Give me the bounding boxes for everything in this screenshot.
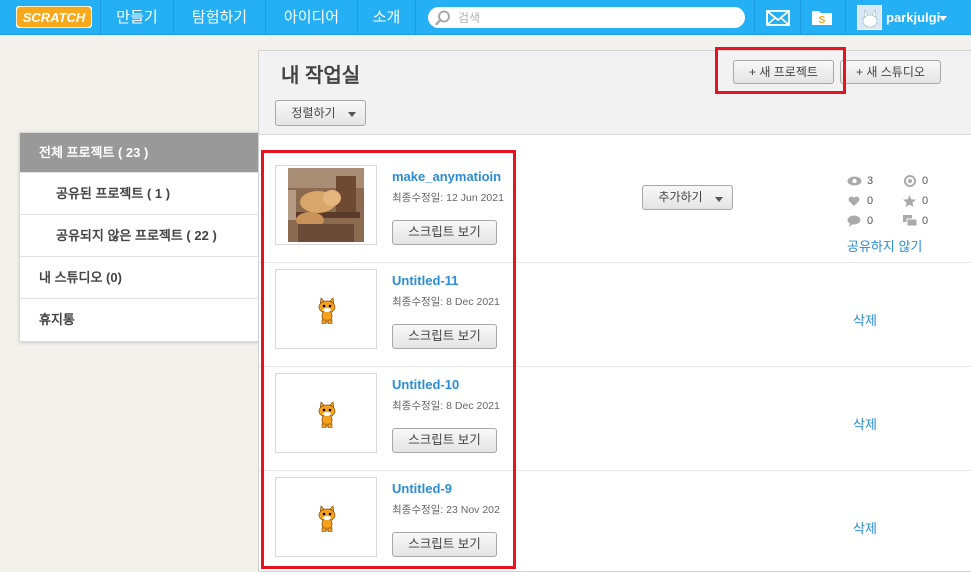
add-to-label: 추가하기 (658, 190, 703, 204)
sort-label: 정렬하기 (291, 106, 336, 120)
sidebar-item-trash[interactable]: 휴지통 (20, 299, 258, 341)
top-nav-bar: SCRATCH 만들기 탐험하기 아이디어 소개 S parkjulgi (0, 0, 971, 35)
highlight-new-project (715, 47, 846, 94)
delete-link[interactable]: 삭제 (853, 310, 877, 329)
add-to-dropdown[interactable]: 추가하기 (642, 185, 733, 210)
page-title: 내 작업실 (281, 65, 361, 87)
sidebar: 전체 프로젝트 ( 23 ) 공유된 프로젝트 ( 1 ) 공유되지 않은 프로… (19, 132, 259, 342)
chevron-down-icon[interactable] (939, 16, 947, 21)
eye-icon (847, 176, 862, 186)
delete-link[interactable]: 삭제 (853, 518, 877, 537)
nav-create[interactable]: 만들기 (100, 0, 173, 35)
remix-icon (904, 175, 916, 187)
heart-icon (848, 196, 860, 206)
comments-count: 0 (867, 215, 874, 227)
studios-count: 0 (922, 215, 929, 227)
folder-icon[interactable]: S (810, 7, 834, 27)
sidebar-item-all-projects[interactable]: 전체 프로젝트 ( 23 ) (20, 133, 258, 173)
highlight-project-list (261, 150, 516, 569)
sidebar-item-unshared-projects[interactable]: 공유되지 않은 프로젝트 ( 22 ) (20, 215, 258, 257)
nav-explore[interactable]: 탐험하기 (173, 0, 265, 35)
sidebar-item-my-studios[interactable]: 내 스튜디오 (0) (20, 257, 258, 299)
chevron-down-icon (348, 112, 356, 117)
views-count: 3 (867, 175, 874, 187)
nav-ideas[interactable]: 아이디어 (265, 0, 357, 35)
search-icon (435, 10, 450, 26)
scratch-logo[interactable]: SCRATCH (16, 6, 92, 28)
search-input[interactable] (458, 7, 738, 28)
studio-icon (903, 215, 917, 227)
loves-count: 0 (867, 195, 874, 207)
search-box[interactable] (428, 7, 745, 28)
delete-link[interactable]: 삭제 (853, 414, 877, 433)
nav-about[interactable]: 소개 (357, 0, 415, 35)
panel-header: 내 작업실 + 새 프로젝트 + 새 스튜디오 정렬하기 (259, 51, 971, 135)
new-studio-button[interactable]: + 새 스튜디오 (840, 60, 941, 84)
comment-icon (847, 215, 861, 227)
cat-avatar-icon (858, 6, 881, 29)
chevron-down-icon (715, 197, 723, 202)
svg-text:S: S (819, 15, 826, 26)
sort-dropdown[interactable]: 정렬하기 (275, 100, 366, 126)
mail-icon[interactable] (766, 9, 790, 27)
sidebar-item-shared-projects[interactable]: 공유된 프로젝트 ( 1 ) (20, 173, 258, 215)
unshare-link[interactable]: 공유하지 않기 (847, 236, 922, 255)
remixes-count: 0 (922, 175, 929, 187)
svg-text:SCRATCH: SCRATCH (23, 10, 86, 25)
avatar[interactable] (857, 5, 882, 30)
username[interactable]: parkjulgi (886, 0, 940, 35)
favorites-count: 0 (922, 195, 929, 207)
star-icon (903, 195, 916, 207)
